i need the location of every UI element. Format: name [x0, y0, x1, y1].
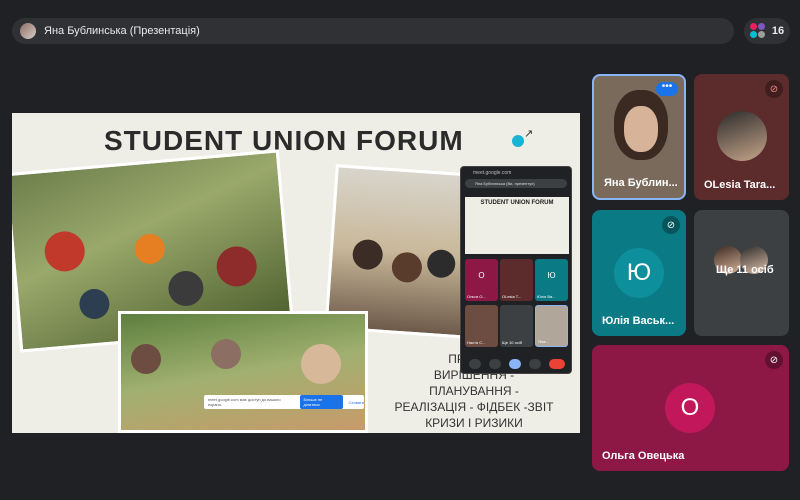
mini-tile-label: Настя С...: [467, 340, 486, 345]
arrow-icon: ↗: [524, 128, 534, 140]
mic-off-icon: ⊘: [765, 80, 783, 98]
mini-tile-label: Ольга О...: [467, 294, 486, 299]
mini-tile[interactable]: Настя С...: [465, 305, 498, 347]
meet-mini-window[interactable]: meet.google.com Яна Бублинська (Ви, през…: [460, 166, 572, 374]
hide-notice-link[interactable]: Сховати: [349, 400, 364, 405]
mini-tile[interactable]: Ще 10 осіб: [500, 305, 533, 347]
mic-off-icon: ⊘: [765, 351, 783, 369]
more-icon[interactable]: [529, 359, 541, 369]
slide-text-line: ПЛАНУВАННЯ -: [429, 384, 519, 398]
mini-slide-preview: STUDENT UNION FORUM: [465, 197, 569, 254]
mini-controls: [465, 357, 569, 371]
camera-icon[interactable]: [489, 359, 501, 369]
present-icon[interactable]: [509, 359, 521, 369]
mini-tile-letter: Ю: [547, 271, 556, 280]
slide-decoration-dot: [512, 135, 524, 147]
avatar: Ю: [614, 248, 664, 298]
mini-tile[interactable]: О Ольга О...: [465, 259, 498, 301]
participant-name: Юлія Васьк...: [602, 315, 675, 327]
participant-name: OLesia Tara...: [704, 179, 776, 191]
screen-share-notice: meet.google.com має доступ до вашого екр…: [204, 395, 364, 409]
mic-off-icon: ⊘: [662, 216, 680, 234]
meeting-title-bar[interactable]: Яна Бублинська (Презентація): [12, 18, 734, 44]
presenter-avatar: [20, 23, 36, 39]
slide-text-line: КРИЗИ І РИЗИКИ: [425, 416, 523, 430]
mini-tile-letter: О: [478, 271, 485, 280]
mini-tile-label: Юлія Ва...: [537, 294, 556, 299]
participant-tile[interactable]: ⊘ О Ольга Овецька: [592, 345, 789, 471]
mini-tile-label: Ще 10 осіб: [502, 340, 523, 345]
participant-count: 16: [771, 25, 785, 37]
slide-text-line: РЕАЛІЗАЦІЯ - ФІДБЕК -ЗВІТ: [394, 400, 554, 414]
meeting-title: Яна Бублинська (Презентація): [44, 25, 200, 37]
avatar: О: [665, 383, 715, 433]
more-options-icon[interactable]: •••: [656, 82, 678, 96]
share-notice-text: meet.google.com має доступ до вашого екр…: [208, 397, 281, 407]
mini-tile-label: Яна...: [538, 339, 549, 344]
participant-name: Ольга Овецька: [602, 450, 685, 462]
participant-tile[interactable]: ••• Яна Бублин...: [592, 74, 686, 200]
mini-window-url: meet.google.com: [473, 169, 512, 176]
mini-tile[interactable]: Ю Юлія Ва...: [535, 259, 568, 301]
more-participants-label: Ще 11 осіб: [716, 264, 774, 276]
slide-photo-group-hay: [118, 311, 368, 433]
avatar-letter: Ю: [626, 259, 652, 286]
mic-icon[interactable]: [469, 359, 481, 369]
avatar-letter: О: [680, 394, 700, 421]
participant-tile[interactable]: ⊘ OLesia Tara...: [694, 74, 789, 200]
mini-tile[interactable]: Яна...: [535, 305, 568, 347]
people-icon: [749, 23, 766, 39]
participant-name: Яна Бублин...: [604, 177, 678, 189]
participant-tile[interactable]: ⊘ Ю Юлія Васьк...: [592, 210, 686, 336]
mini-window-title: Яна Бублинська (Ви, презентує): [465, 179, 567, 188]
mini-tile[interactable]: OLesia T...: [500, 259, 533, 301]
hangup-icon[interactable]: [549, 359, 565, 369]
mini-tile-label: OLesia T...: [502, 294, 522, 299]
slide-title: STUDENT UNION FORUM: [104, 125, 464, 156]
participants-button[interactable]: 16: [744, 18, 790, 44]
stop-sharing-button[interactable]: Більше не ділитися: [299, 395, 343, 409]
avatar: [717, 111, 767, 161]
mini-slide-title: STUDENT UNION FORUM: [480, 200, 554, 206]
more-participants-tile[interactable]: Ще 11 осіб: [694, 210, 789, 336]
